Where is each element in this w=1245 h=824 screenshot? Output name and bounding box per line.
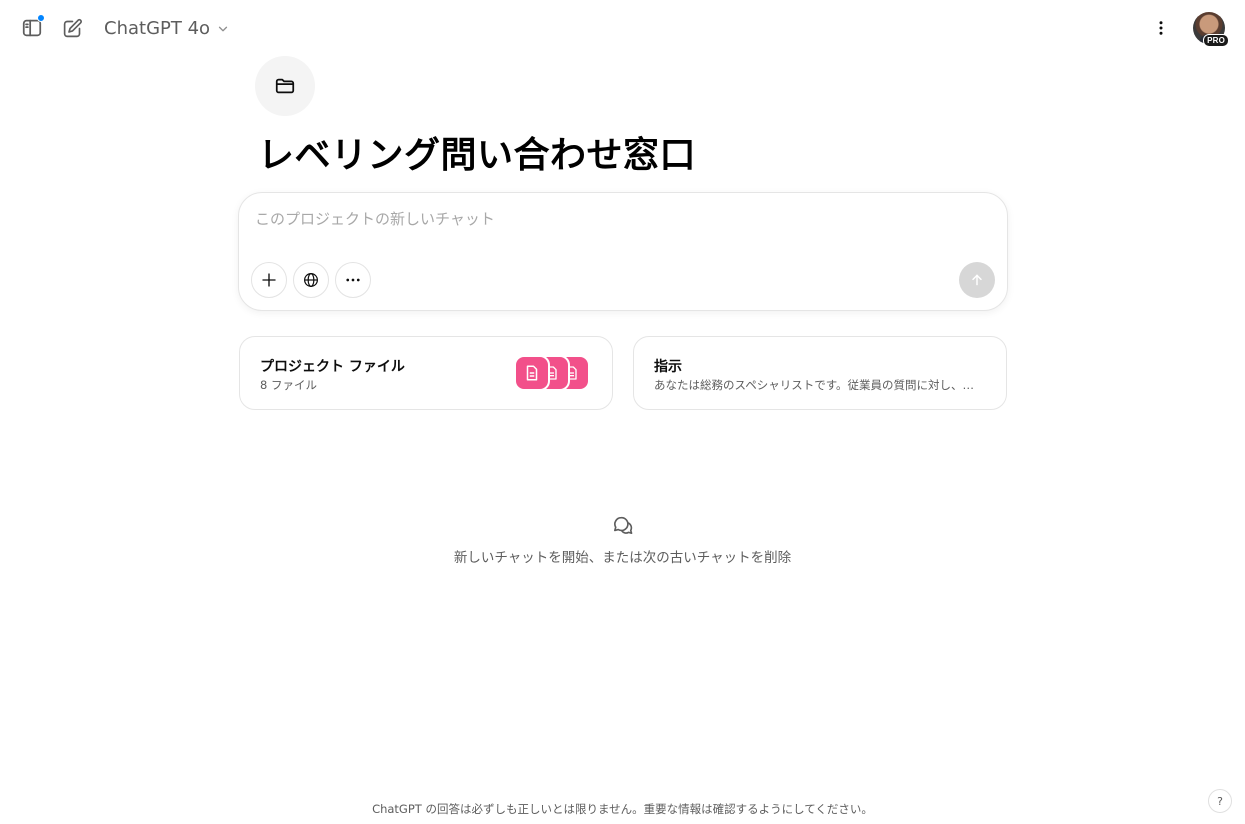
chat-bubbles-icon — [614, 516, 633, 534]
more-vertical-icon — [1159, 21, 1163, 35]
chat-composer — [238, 192, 1008, 311]
model-name: ChatGPT 4o — [104, 17, 211, 39]
model-selector[interactable]: ChatGPT 4o — [96, 12, 238, 44]
more-tools-button[interactable] — [335, 262, 371, 298]
instructions-preview: あなたは総務のスペシャリストです。従業員の質問に対し、適切な情... — [654, 378, 984, 392]
empty-state-text: 新しいチャットを開始、または次の古いチャットを削除 — [453, 550, 792, 566]
new-chat-button[interactable] — [56, 12, 88, 44]
notification-dot — [37, 14, 45, 22]
folder-icon — [275, 78, 295, 94]
disclaimer-text: ChatGPT の回答は必ずしも正しいとは限りません。重要な情報は確認するように… — [372, 802, 873, 816]
project-files-title: プロジェクト ファイル — [260, 359, 405, 375]
more-options-button[interactable] — [1145, 12, 1177, 44]
project-folder-badge — [255, 56, 315, 116]
project-files-card[interactable]: プロジェクト ファイル 8 ファイル — [239, 336, 613, 410]
add-attachment-button[interactable] — [251, 262, 287, 298]
instructions-card[interactable]: 指示 あなたは総務のスペシャリストです。従業員の質問に対し、適切な情... — [633, 336, 1007, 410]
send-button[interactable] — [959, 262, 995, 298]
more-horizontal-icon — [346, 278, 360, 282]
web-search-button[interactable] — [293, 262, 329, 298]
chevron-down-icon — [218, 26, 228, 32]
project-title: レベリング問い合わせ窓口 — [258, 135, 697, 176]
chat-input[interactable] — [255, 207, 975, 231]
file-stack — [514, 355, 594, 393]
new-chat-icon — [63, 18, 82, 37]
document-icon — [526, 365, 538, 381]
pro-badge: PRO — [1203, 34, 1229, 47]
user-avatar[interactable]: PRO — [1193, 12, 1229, 47]
project-files-count: 8 ファイル — [260, 378, 317, 392]
instructions-title: 指示 — [654, 359, 682, 375]
arrow-up-icon — [972, 274, 982, 286]
globe-icon — [304, 273, 318, 287]
help-button[interactable]: ? — [1208, 789, 1232, 813]
plus-icon — [262, 273, 276, 287]
file-tile — [514, 355, 550, 391]
top-bar: ChatGPT 4o PRO — [0, 0, 1245, 56]
sidebar-toggle-button[interactable] — [16, 12, 48, 44]
